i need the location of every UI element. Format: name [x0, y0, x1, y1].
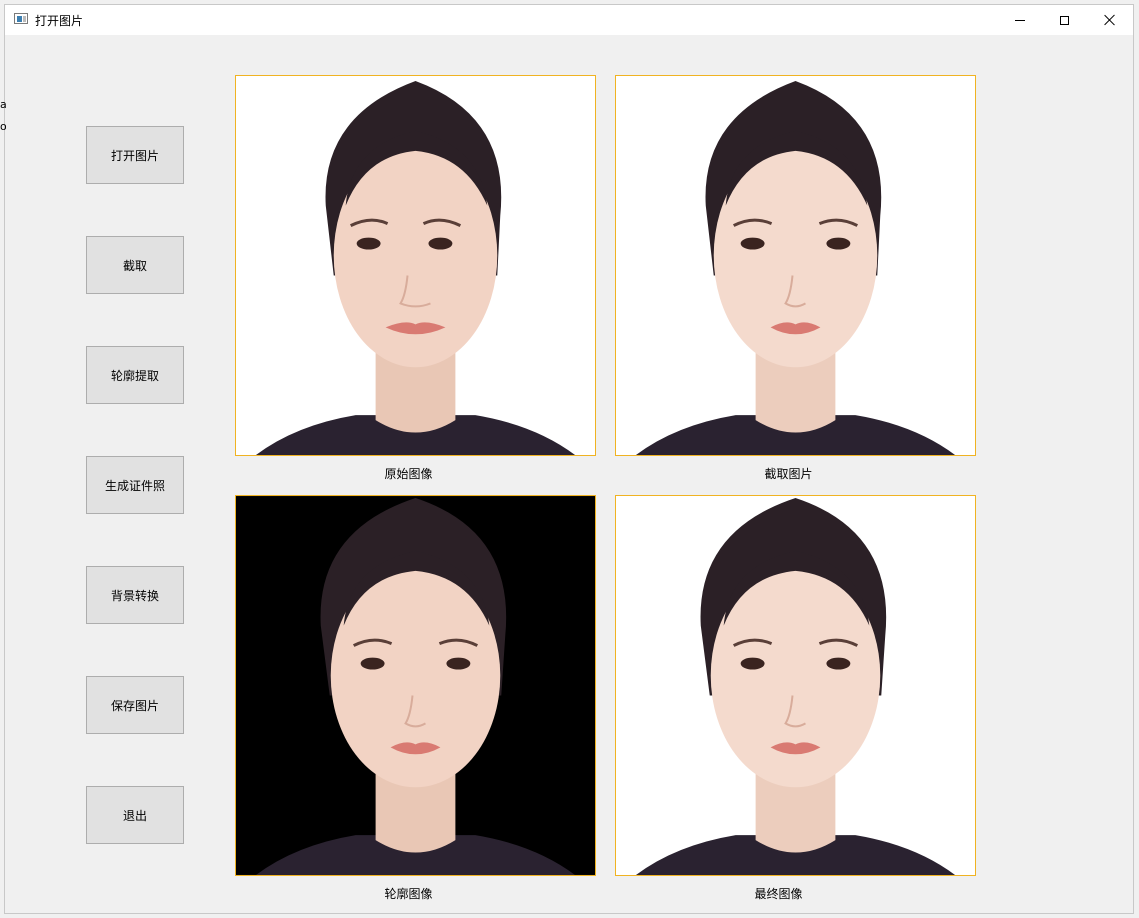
close-icon: [1104, 14, 1116, 26]
original-image-panel: [235, 75, 596, 456]
crop-button[interactable]: 截取: [86, 236, 184, 294]
minimize-icon: [1014, 19, 1025, 21]
contour-image-panel: [235, 495, 596, 876]
final-image-caption: 最终图像: [754, 887, 803, 901]
exit-button[interactable]: 退出: [86, 786, 184, 844]
contour-extract-button[interactable]: 轮廓提取: [86, 346, 184, 404]
cropped-image-caption: 截取图片: [764, 467, 813, 481]
app-window-icon: [14, 13, 28, 24]
final-image-panel: [615, 495, 976, 876]
portrait-image: [616, 496, 975, 875]
portrait-image: [236, 76, 595, 455]
maximize-icon: [1060, 15, 1069, 25]
clipped-label-2: o: [0, 120, 6, 133]
contour-image-caption: 轮廓图像: [384, 887, 433, 901]
save-image-button[interactable]: 保存图片: [86, 676, 184, 734]
original-image-caption: 原始图像: [384, 467, 433, 481]
window-title: 打开图片: [35, 14, 84, 28]
title-bar[interactable]: 打开图片: [5, 5, 1133, 35]
cropped-image-panel: [615, 75, 976, 456]
close-button[interactable]: [1087, 5, 1132, 35]
portrait-image: [616, 76, 975, 455]
clipped-label-1: ac: [0, 98, 6, 111]
generate-id-photo-button[interactable]: 生成证件照: [86, 456, 184, 514]
open-image-button[interactable]: 打开图片: [86, 126, 184, 184]
portrait-image: [236, 496, 595, 875]
maximize-button[interactable]: [1042, 5, 1087, 35]
background-convert-button[interactable]: 背景转换: [86, 566, 184, 624]
minimize-button[interactable]: [997, 5, 1042, 35]
